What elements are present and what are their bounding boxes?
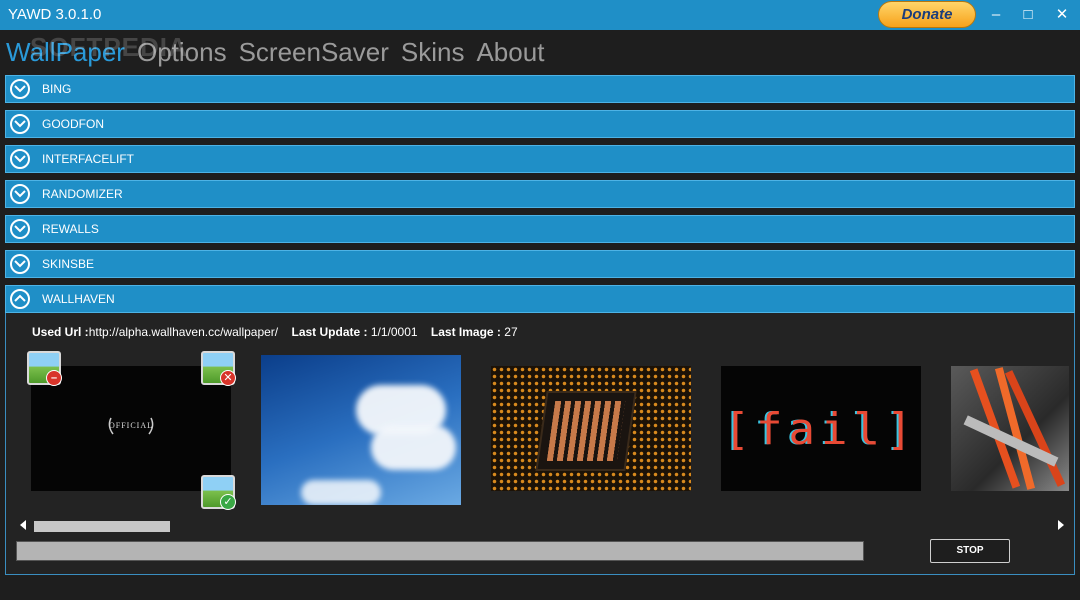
wallpaper-thumbnail[interactable] (951, 366, 1069, 491)
source-info: Used Url :http://alpha.wallhaven.cc/wall… (32, 325, 518, 339)
chevron-down-icon[interactable] (10, 254, 30, 274)
close-button[interactable]: ✕ (1048, 3, 1076, 27)
section-wallhaven[interactable]: WALLHAVEN (5, 285, 1075, 313)
delete-badge-icon[interactable]: ✕ (201, 351, 236, 386)
progress-fill (17, 542, 863, 560)
section-label: RANDOMIZER (42, 187, 123, 201)
last-image-value: 27 (504, 325, 518, 339)
section-label: BING (42, 82, 72, 96)
wallpaper-thumbnail[interactable] (491, 366, 691, 491)
chevron-down-icon[interactable] (10, 219, 30, 239)
chevron-down-icon[interactable] (10, 184, 30, 204)
menu-wallpaper[interactable]: WallPaper (6, 34, 125, 70)
section-interfacelift[interactable]: INTERFACELIFT (5, 145, 1075, 173)
apply-badge-icon[interactable]: ✓ (201, 475, 236, 510)
chevron-down-icon[interactable] (10, 149, 30, 169)
minimize-button[interactable]: – (982, 3, 1010, 27)
used-url-value: http://alpha.wallhaven.cc/wallpaper/ (88, 325, 279, 339)
thumbnail-scrollbar[interactable] (32, 520, 1062, 534)
section-label: GOODFON (42, 117, 104, 131)
section-label: INTERFACELIFT (42, 152, 135, 166)
wallpaper-thumbnail[interactable] (261, 355, 461, 505)
section-label: WALLHAVEN (42, 292, 115, 306)
section-label: REWALLS (42, 222, 99, 236)
section-randomizer[interactable]: RANDOMIZER (5, 180, 1075, 208)
section-label: SKINSBE (42, 257, 95, 271)
used-url-label: Used Url : (32, 325, 89, 339)
wallhaven-panel: Used Url :http://alpha.wallhaven.cc/wall… (5, 313, 1075, 575)
menu-skins[interactable]: Skins (401, 34, 465, 70)
scrollbar-thumb[interactable] (34, 521, 170, 532)
window-title: YAWD 3.0.1.0 (8, 6, 102, 23)
scroll-right-button[interactable] (1058, 520, 1064, 530)
section-bing[interactable]: BING (5, 75, 1075, 103)
chevron-up-icon[interactable] (10, 289, 30, 309)
thumbnail-caption: [fail] (723, 404, 919, 455)
chevron-down-icon[interactable] (10, 114, 30, 134)
download-progress (16, 541, 864, 561)
menu-screensaver[interactable]: ScreenSaver (239, 34, 389, 70)
section-skinsbe[interactable]: SKINSBE (5, 250, 1075, 278)
wallpaper-thumbnail[interactable]: OFFICIAL (31, 366, 231, 491)
last-image-label: Last Image : (430, 325, 501, 339)
chevron-down-icon[interactable] (10, 79, 30, 99)
title-bar: YAWD 3.0.1.0 Donate – □ ✕ (0, 0, 1080, 30)
menu-options[interactable]: Options (137, 34, 227, 70)
section-rewalls[interactable]: REWALLS (5, 215, 1075, 243)
main-menu: WallPaper Options ScreenSaver Skins Abou… (6, 34, 556, 70)
last-update-label: Last Update : (291, 325, 368, 339)
menu-about[interactable]: About (476, 34, 544, 70)
laurel-icon (108, 417, 154, 435)
maximize-button[interactable]: □ (1014, 3, 1042, 27)
last-update-value: 1/1/0001 (370, 325, 418, 339)
section-goodfon[interactable]: GOODFON (5, 110, 1075, 138)
scroll-left-button[interactable] (20, 520, 26, 530)
donate-button[interactable]: Donate (878, 1, 976, 28)
stop-button[interactable]: STOP (930, 539, 1010, 563)
remove-badge-icon[interactable]: – (27, 351, 62, 386)
wallpaper-thumbnail[interactable]: [fail] (721, 366, 921, 491)
